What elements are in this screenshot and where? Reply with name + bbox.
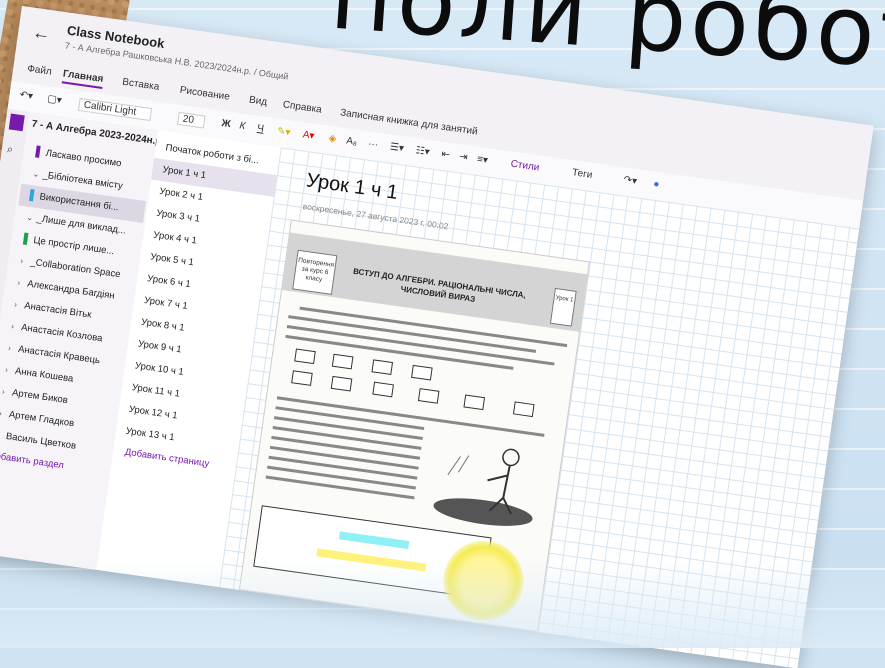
section-color-swatch <box>22 233 29 246</box>
number-cell <box>331 353 354 370</box>
number-cell <box>371 359 394 375</box>
tab-view[interactable]: Вид <box>248 95 267 108</box>
font-size-select[interactable]: 20 <box>176 111 206 129</box>
highlighter-icon[interactable]: ✎▾ <box>276 126 291 139</box>
number-cell <box>372 381 394 398</box>
undo-redo-icon[interactable]: ↷▾ <box>623 174 638 187</box>
font-color-icon[interactable]: A▾ <box>302 129 315 142</box>
more-icon[interactable]: ··· <box>367 139 378 151</box>
tab-help[interactable]: Справка <box>282 99 322 115</box>
format-icon[interactable]: A₈ <box>346 136 358 148</box>
tab-home[interactable]: Главная <box>61 68 104 89</box>
search-icon[interactable]: ⌕ <box>6 143 14 157</box>
clipboard-icon[interactable]: ▢▾ <box>47 93 63 106</box>
back-arrow-icon[interactable]: ← <box>31 22 52 45</box>
indent-icon[interactable]: ⇥ <box>458 151 468 163</box>
number-cell <box>330 375 353 392</box>
tab-insert[interactable]: Вставка <box>122 77 160 93</box>
styles-button[interactable]: Стили <box>510 159 540 174</box>
outdent-icon[interactable]: ⇤ <box>441 149 451 161</box>
eraser-icon[interactable]: ◈ <box>328 133 337 145</box>
bold-button[interactable]: Ж <box>221 118 231 130</box>
fisherman-illustration <box>433 448 533 526</box>
page-title[interactable]: Урок 1 ч 1 <box>305 169 399 205</box>
textbook-lesson-box: Урок 1 <box>549 287 577 327</box>
tab-draw[interactable]: Рисование <box>179 85 230 103</box>
number-cell <box>417 388 440 404</box>
number-cell <box>411 364 433 381</box>
textbook-review-box: Повторення за курс 6 класу <box>292 249 338 295</box>
textbook-heading: ВСТУП ДО АЛГЕБРИ. РАЦІОНАЛЬНІ ЧИСЛА, ЧИС… <box>352 266 527 304</box>
number-cell <box>463 394 486 411</box>
number-cell <box>294 348 316 365</box>
text-line <box>276 396 545 437</box>
text-line <box>286 325 555 366</box>
slide-bottom-strip <box>0 560 885 648</box>
tab-file[interactable]: Файл <box>27 63 53 77</box>
highlight-cyan <box>338 531 410 550</box>
number-cell <box>291 370 313 386</box>
tags-button[interactable]: Теги <box>571 167 593 181</box>
align-icon[interactable]: ≡▾ <box>476 154 488 166</box>
numbering-icon[interactable]: ☷▾ <box>415 145 430 158</box>
underline-button[interactable]: Ч <box>256 123 264 135</box>
bullets-icon[interactable]: ☰▾ <box>389 142 404 155</box>
number-cell <box>512 401 535 418</box>
section-color-swatch <box>35 145 41 159</box>
notebook-icon[interactable] <box>8 113 25 132</box>
italic-button[interactable]: К <box>239 120 246 132</box>
microphone-icon[interactable]: ● <box>653 179 661 191</box>
font-name-select[interactable]: Calibri Light <box>77 97 152 121</box>
text-line <box>265 475 415 500</box>
textbook-header: Повторення за курс 6 класу ВСТУП ДО АЛГЕ… <box>282 232 588 332</box>
section-color-swatch <box>28 189 35 202</box>
undo-icon[interactable]: ↶▾ <box>19 90 34 103</box>
